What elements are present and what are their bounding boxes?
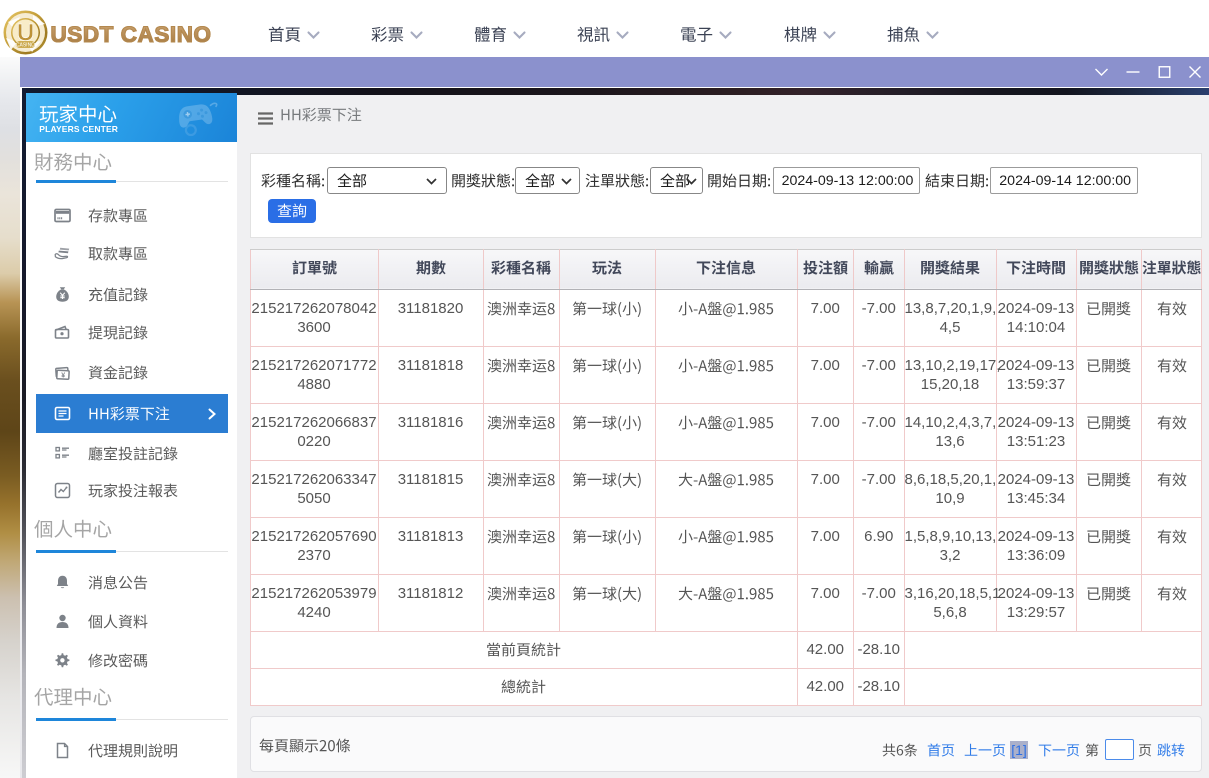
- svg-text:¥: ¥: [61, 373, 65, 380]
- svg-text:CASINO: CASINO: [16, 43, 35, 49]
